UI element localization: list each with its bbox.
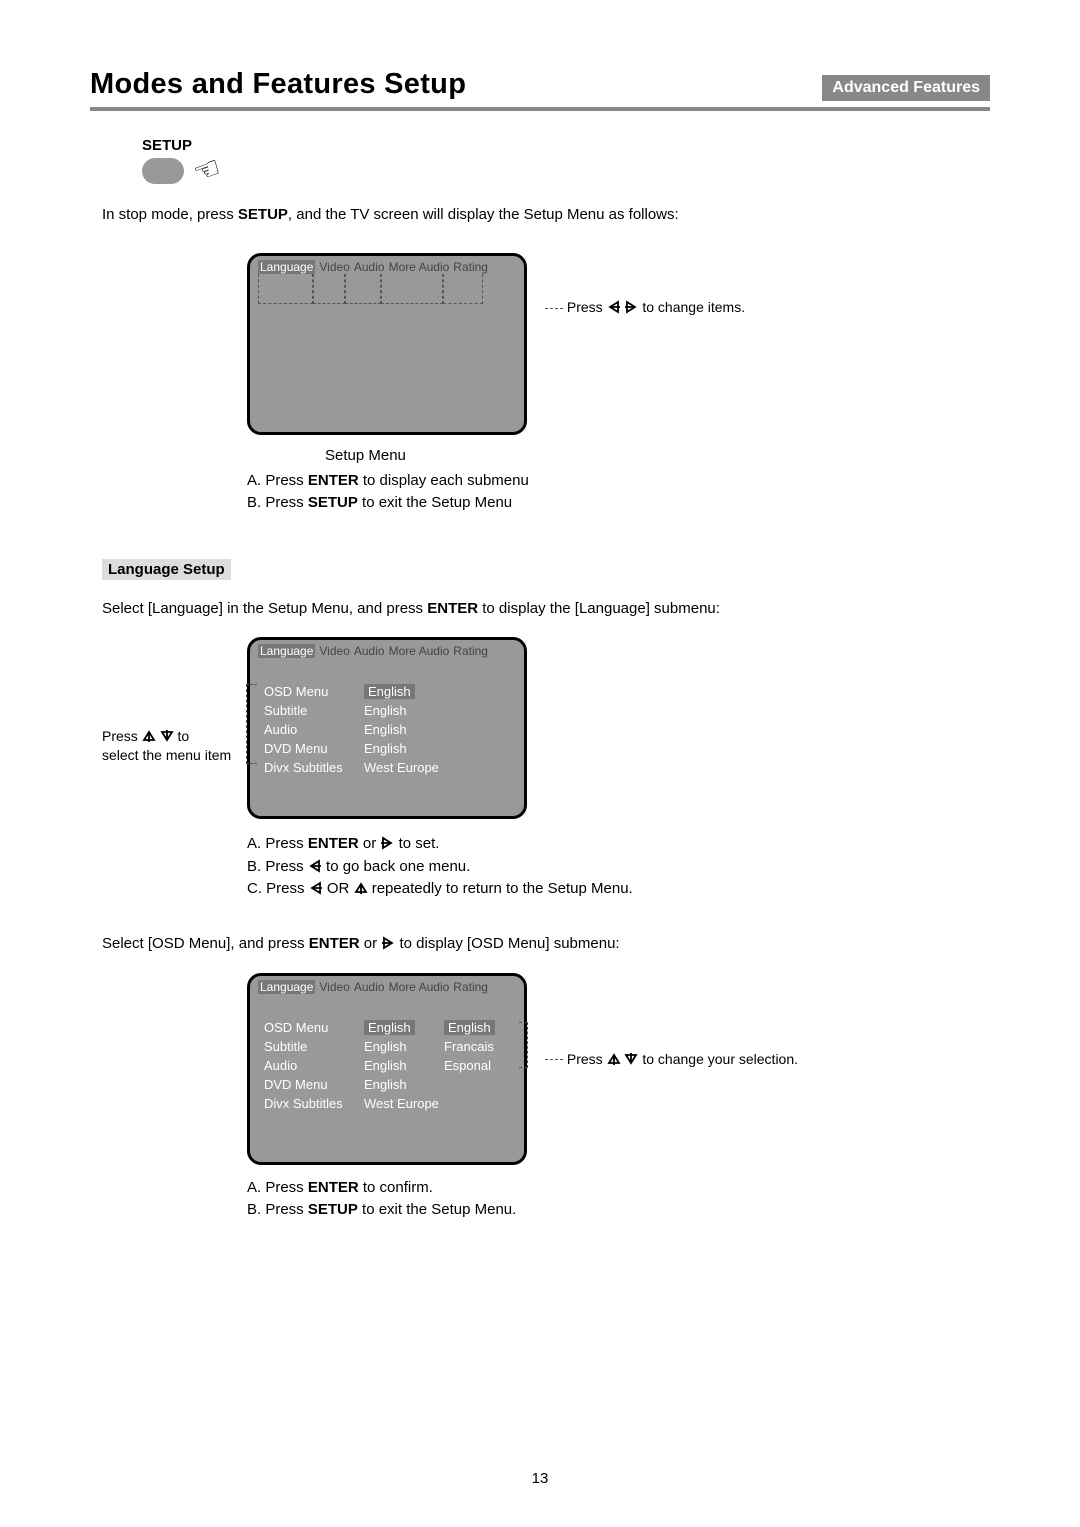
osd-menu-screenshot: Language Video Audio More Audio Rating O…: [247, 973, 527, 1165]
section-badge: Advanced Features: [822, 75, 990, 101]
tab-audio: Audio: [354, 260, 385, 274]
note-setup-exit: B. Press SETUP to exit the Setup Menu.: [247, 1199, 990, 1222]
arrow-up-icon: [607, 1052, 621, 1066]
pointing-hand-icon: ☞: [190, 152, 226, 189]
note-press-enter-set: A. Press ENTER or to set.: [247, 833, 990, 856]
tab-language: Language: [258, 260, 315, 274]
setup-button-graphic: [142, 158, 184, 184]
osd-menu-intro: Select [OSD Menu], and press ENTER or to…: [102, 933, 990, 955]
arrow-down-icon: [160, 729, 174, 743]
setup-menu-screenshot: Language Video Audio More Audio Rating: [247, 253, 527, 435]
tab-more-audio: More Audio: [389, 260, 450, 274]
change-items-note: Press to change items.: [527, 253, 990, 315]
language-setup-heading: Language Setup: [102, 559, 231, 580]
note-go-back: B. Press to go back one menu.: [247, 856, 990, 879]
note-return-setup: C. Press OR repeatedly to return to the …: [247, 878, 990, 901]
arrow-left-icon: [607, 300, 621, 314]
change-selection-note: Press to change your selection.: [527, 973, 990, 1067]
arrow-right-icon: [381, 936, 395, 950]
arrow-left-icon: [308, 859, 322, 873]
arrow-down-icon: [624, 1052, 638, 1066]
arrow-left-icon: [309, 881, 323, 895]
language-submenu-screenshot: Language Video Audio More Audio Rating O…: [247, 637, 527, 819]
intro-text: In stop mode, press SETUP, and the TV sc…: [102, 204, 990, 225]
arrow-up-icon: [142, 729, 156, 743]
setup-menu-tabs: Language Video Audio More Audio Rating: [258, 260, 518, 274]
arrow-right-icon: [380, 836, 394, 850]
page-number: 13: [0, 1470, 1080, 1487]
note-press-setup: B. Press SETUP to exit the Setup Menu: [247, 492, 990, 515]
arrow-up-icon: [354, 881, 368, 895]
tab-video: Video: [319, 260, 349, 274]
page-title: Modes and Features Setup: [90, 68, 466, 101]
select-menu-item-note: Press to select the menu item: [102, 637, 242, 765]
language-setup-intro: Select [Language] in the Setup Menu, and…: [102, 598, 990, 620]
setup-label: SETUP: [142, 137, 990, 154]
note-enter-confirm: A. Press ENTER to confirm.: [247, 1177, 990, 1200]
setup-menu-caption: Setup Menu: [325, 445, 990, 468]
arrow-right-icon: [624, 300, 638, 314]
tab-rating: Rating: [453, 260, 488, 274]
note-press-enter: A. Press ENTER to display each submenu: [247, 470, 990, 493]
